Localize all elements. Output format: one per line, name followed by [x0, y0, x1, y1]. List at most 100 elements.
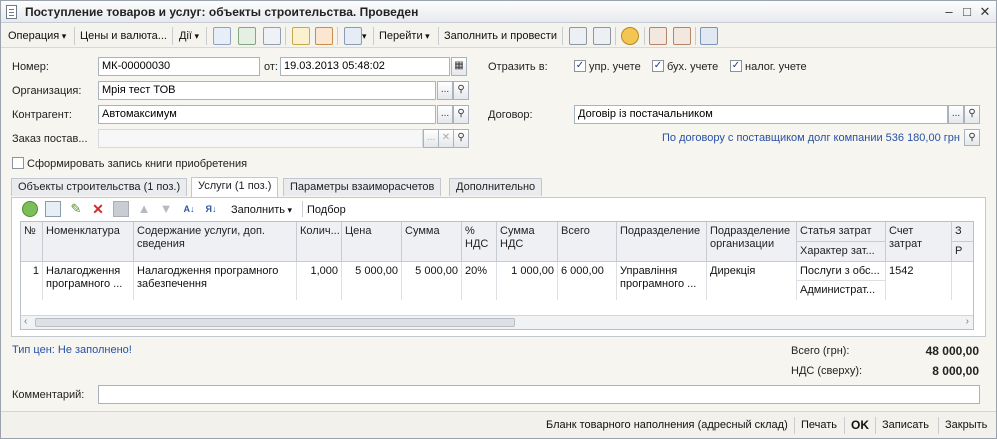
- select-contractor-button[interactable]: ...: [437, 105, 453, 124]
- contractor-field[interactable]: Автомаксимум: [98, 105, 436, 124]
- col-extra2-header[interactable]: Р: [952, 242, 973, 262]
- cell-dept[interactable]: Управління програмного ...: [617, 262, 707, 300]
- col-nomen-header[interactable]: Номенклатура: [43, 222, 134, 262]
- upr-checkbox[interactable]: ✓: [574, 60, 586, 72]
- sort-asc-icon[interactable]: A↓: [181, 201, 197, 217]
- ok-button[interactable]: OK: [851, 418, 869, 432]
- col-sum-header[interactable]: Сумма: [402, 222, 462, 262]
- cell-qty[interactable]: 1,000: [297, 262, 342, 300]
- cell-cost-char[interactable]: Администрат...: [797, 281, 886, 300]
- col-vat-pct-header[interactable]: % НДС: [462, 222, 497, 262]
- col-content-header[interactable]: Содержание услуги, доп. сведения: [134, 222, 297, 262]
- number-field[interactable]: МК-00000030: [98, 57, 260, 76]
- chevron-down-icon[interactable]: ▾: [362, 28, 367, 44]
- blank-button[interactable]: Бланк товарного наполнения (адресный скл…: [546, 419, 788, 431]
- organization-field[interactable]: Мрія тест ТОВ: [98, 81, 436, 100]
- cell-nomen[interactable]: Налагодження програмного ...: [43, 262, 134, 300]
- sort-desc-icon[interactable]: Я↓: [203, 201, 219, 217]
- print-button[interactable]: Печать: [801, 419, 837, 431]
- scroll-thumb[interactable]: [35, 318, 515, 327]
- horizontal-scrollbar[interactable]: ‹ ›: [21, 315, 973, 329]
- tab-additional[interactable]: Дополнительно: [449, 178, 543, 196]
- contract-field[interactable]: Договір із постачальником: [574, 105, 948, 124]
- maximize-icon[interactable]: □: [959, 4, 975, 20]
- clear-order-icon[interactable]: ✕: [438, 129, 454, 148]
- tab-services[interactable]: Услуги (1 поз.): [191, 177, 279, 197]
- close-button[interactable]: Закрыть: [945, 419, 987, 431]
- cell-sum[interactable]: 5 000,00: [402, 262, 462, 300]
- checklist-icon[interactable]: [593, 27, 611, 45]
- refresh-icon[interactable]: [238, 27, 256, 45]
- pick-button[interactable]: Подбор: [307, 202, 346, 218]
- search-icon[interactable]: ⚲: [453, 105, 469, 124]
- search-icon[interactable]: ⚲: [964, 105, 980, 124]
- dt-kt-icon[interactable]: [649, 27, 667, 45]
- search-icon[interactable]: ⚲: [964, 129, 980, 146]
- col-extra1-header[interactable]: З: [952, 222, 973, 242]
- search-icon[interactable]: ⚲: [453, 129, 469, 148]
- col-vat-sum-header[interactable]: Сумма НДС: [497, 222, 558, 262]
- col-org-dept-header[interactable]: Подразделение организации: [707, 222, 797, 262]
- save-button[interactable]: Записать: [882, 419, 929, 431]
- move-down-icon[interactable]: ▼: [158, 201, 174, 217]
- calendar-icon[interactable]: ▦: [451, 57, 467, 76]
- cell-org-dept[interactable]: Дирекція: [707, 262, 797, 300]
- structure-icon[interactable]: [213, 27, 231, 45]
- fill-menu[interactable]: Заполнить: [231, 202, 292, 218]
- based-on-icon[interactable]: [344, 27, 362, 45]
- select-contract-button[interactable]: ...: [948, 105, 964, 124]
- date-field[interactable]: 19.03.2013 05:48:02: [280, 57, 450, 76]
- move-up-icon[interactable]: ▲: [136, 201, 152, 217]
- col-cost-item-header[interactable]: Статья затрат: [797, 222, 886, 242]
- col-account-header[interactable]: Счет затрат: [886, 222, 952, 262]
- scroll-left-icon[interactable]: ‹: [24, 316, 27, 327]
- operation-menu[interactable]: Операция: [8, 28, 66, 44]
- cell-vat-sum[interactable]: 1 000,00: [497, 262, 558, 300]
- minimize-icon[interactable]: –: [941, 4, 957, 20]
- col-qty-header[interactable]: Колич...: [297, 222, 342, 262]
- cell-vat-pct[interactable]: 20%: [462, 262, 497, 300]
- cell-cost-item[interactable]: Послуги з обс...: [797, 262, 886, 281]
- cell-price[interactable]: 5 000,00: [342, 262, 402, 300]
- cell-content[interactable]: Налагодження програмного забезпечення: [134, 262, 297, 300]
- post-icon[interactable]: [292, 27, 310, 45]
- fill-post-button[interactable]: Заполнить и провести: [444, 28, 557, 44]
- goto-menu[interactable]: Перейти: [379, 28, 430, 44]
- col-total-header[interactable]: Всего: [558, 222, 617, 262]
- select-organization-button[interactable]: ...: [437, 81, 453, 100]
- prices-button[interactable]: Цены и валюта...: [80, 28, 167, 44]
- cell-total[interactable]: 6 000,00: [558, 262, 617, 300]
- cell-num[interactable]: 1: [21, 262, 43, 300]
- col-price-header[interactable]: Цена: [342, 222, 402, 262]
- debt-link[interactable]: По договору с поставщиком долг компании …: [662, 132, 960, 144]
- col-cost-char-header[interactable]: Характер зат...: [797, 242, 886, 262]
- dt-kt-tax-icon[interactable]: [673, 27, 691, 45]
- help-icon[interactable]: [621, 27, 639, 45]
- actions-menu[interactable]: Дії: [179, 28, 199, 44]
- cell-extra[interactable]: [952, 262, 973, 300]
- nalog-checkbox[interactable]: ✓: [730, 60, 742, 72]
- copy-row-icon[interactable]: [45, 201, 61, 217]
- col-dept-header[interactable]: Подразделение: [617, 222, 707, 262]
- search-icon[interactable]: ⚲: [453, 81, 469, 100]
- scroll-right-icon[interactable]: ›: [966, 316, 969, 327]
- delete-icon[interactable]: ✕: [90, 201, 106, 217]
- end-edit-icon[interactable]: [113, 201, 129, 217]
- col-num-header[interactable]: №: [21, 222, 43, 262]
- buh-checkbox[interactable]: ✓: [652, 60, 664, 72]
- add-row-icon[interactable]: [22, 201, 38, 217]
- structure-tree-icon[interactable]: [700, 27, 718, 45]
- cell-account[interactable]: 1542: [886, 262, 952, 300]
- tab-construction-objects[interactable]: Объекты строительства (1 поз.): [11, 178, 188, 196]
- comment-field[interactable]: [98, 385, 980, 404]
- price-type-link[interactable]: Тип цен: Не заполнено!: [12, 344, 132, 356]
- tab-settlement-params[interactable]: Параметры взаиморасчетов: [283, 178, 442, 196]
- unpost-icon[interactable]: [315, 27, 333, 45]
- copy-icon[interactable]: [263, 27, 281, 45]
- order-field[interactable]: [98, 129, 423, 148]
- list-icon[interactable]: [569, 27, 587, 45]
- select-order-button[interactable]: ...: [423, 129, 439, 148]
- close-icon[interactable]: ✕: [977, 4, 993, 20]
- edit-icon[interactable]: ✎: [68, 201, 84, 217]
- purchase-book-checkbox[interactable]: [12, 157, 24, 169]
